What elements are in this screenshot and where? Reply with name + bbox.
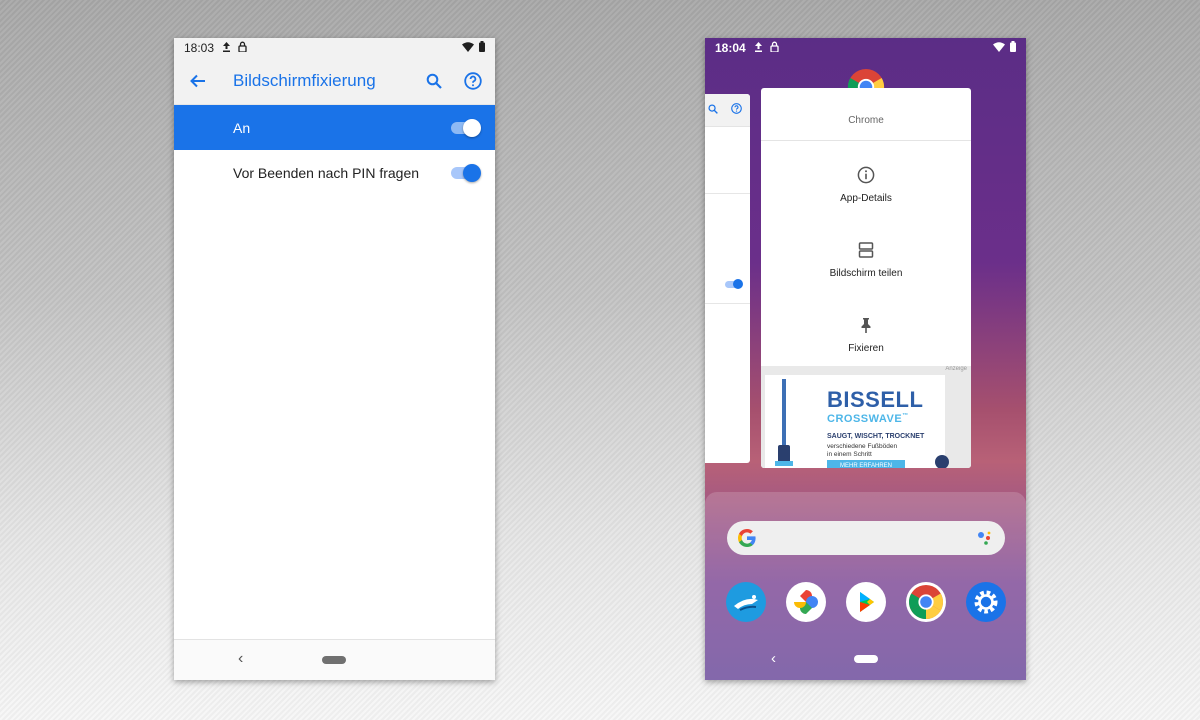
settings-icon[interactable] [966,582,1006,622]
menu-label: App-Details [840,193,892,204]
status-bar: 18:04 [705,38,1026,58]
battery-icon [479,41,485,55]
assistant-icon[interactable] [977,530,993,546]
ad-subline: verschiedene Fußböden [827,443,898,450]
menu-item-split-screen[interactable]: Bildschirm teilen [761,231,971,301]
help-icon [731,101,742,119]
pin-icon [857,316,875,334]
ask-pin-toggle[interactable] [451,163,481,182]
search-icon [708,101,718,119]
recent-app-card-settings[interactable] [705,94,750,463]
right-phone-screen: 18:04 Chrome App-Details Bildschirm teil… [705,38,1026,680]
screen-pinning-toggle[interactable] [451,118,481,137]
nav-home-pill[interactable] [854,655,878,663]
back-arrow-icon[interactable] [186,69,210,93]
ad-panel: BISSELL CROSSWAVE™ SAUGT, WISCHT, TROCKN… [765,375,949,468]
split-screen-icon [857,241,875,259]
status-time: 18:03 [184,41,215,55]
recent-app-card-chrome[interactable]: Chrome App-Details Bildschirm teilen Fix… [761,88,971,468]
setting-row-ask-pin[interactable]: Vor Beenden nach PIN fragen [174,150,495,195]
setting-row-screen-pinning[interactable]: An [174,105,495,150]
nav-back-button[interactable]: ‹ [771,650,776,667]
google-search-bar[interactable] [727,521,1005,555]
ad-product: CROSSWAVE™ [827,413,909,425]
upload-icon [754,41,763,55]
ad-tagline: SAUGT, WISCHT, TROCKNET [827,433,925,440]
status-time: 18:04 [715,41,746,55]
google-g-icon [737,528,757,548]
wifi-icon [462,41,474,55]
navigation-bar: ‹ [705,638,1026,680]
ad-cta-button[interactable]: MEHR ERFAHREN [827,460,905,468]
mop-product-image [773,375,795,468]
nav-back-button[interactable]: ‹ [238,650,243,668]
lock-icon [770,41,779,55]
play-store-icon[interactable] [846,582,886,622]
ad-logo [935,455,949,468]
nav-home-pill[interactable] [322,656,346,664]
lock-icon [238,41,247,55]
search-icon[interactable] [422,69,446,93]
ad-badge: Anzeige [945,366,967,372]
app-name-label: Chrome [848,115,884,126]
photos-icon[interactable] [786,582,826,622]
menu-label: Fixieren [848,343,884,354]
menu-label: Bildschirm teilen [829,268,903,279]
wifi-icon [993,41,1005,55]
left-phone-screen: 18:03 Bildschirmfixierung An Vor Beenden… [174,38,495,680]
upload-icon [222,41,231,55]
navigation-bar: ‹ [174,639,495,680]
status-bar: 18:03 [174,38,495,58]
toggle-switch [725,279,743,289]
chrome-icon[interactable] [906,582,946,622]
menu-item-app-details[interactable]: App-Details [761,156,971,226]
ad-brand: BISSELL [827,387,924,412]
advertisement[interactable]: Anzeige BISSELL CROSSWAVE™ SAUGT, WISCHT… [761,366,971,468]
app-bar: Bildschirmfixierung [174,58,495,105]
setting-label: Vor Beenden nach PIN fragen [233,164,420,181]
ad-subline: in einem Schritt [827,451,872,458]
info-icon [857,166,875,184]
copilot-icon[interactable] [726,582,766,622]
help-icon[interactable] [461,69,485,93]
setting-label: An [233,119,251,136]
battery-icon [1010,41,1016,55]
page-title: Bildschirmfixierung [233,71,376,90]
